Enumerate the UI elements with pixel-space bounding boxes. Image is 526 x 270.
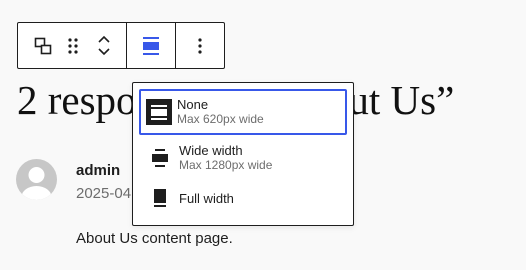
drag-handle[interactable] bbox=[60, 23, 86, 68]
move-down-icon[interactable] bbox=[97, 48, 111, 56]
align-option-wide[interactable]: Wide width Max 1280px wide bbox=[139, 141, 347, 175]
user-silhouette-icon bbox=[21, 167, 52, 200]
option-label: None bbox=[177, 97, 209, 112]
align-none-icon bbox=[143, 36, 159, 55]
avatar bbox=[16, 159, 57, 200]
transform-icon bbox=[34, 37, 52, 54]
option-label: Wide width bbox=[179, 143, 243, 158]
option-label: Full width bbox=[179, 190, 234, 206]
move-up-icon[interactable] bbox=[97, 35, 111, 43]
block-mover bbox=[86, 23, 122, 68]
toolbar-group-align bbox=[127, 23, 176, 68]
align-none-icon bbox=[146, 99, 172, 125]
option-description: Max 620px wide bbox=[177, 112, 264, 126]
align-wide-icon bbox=[152, 149, 168, 167]
more-options-icon bbox=[198, 37, 202, 54]
comment-author[interactable]: admin bbox=[76, 162, 120, 179]
toolbar-group-options bbox=[176, 23, 224, 68]
toolbar-group-block bbox=[18, 23, 127, 68]
block-toolbar bbox=[17, 22, 225, 69]
align-button[interactable] bbox=[142, 23, 160, 68]
alignment-menu: None Max 620px wide Wide width Max 1280p… bbox=[132, 82, 354, 226]
option-description: Max 1280px wide bbox=[179, 158, 273, 172]
editor-canvas: 2 responses to “About Us” bbox=[0, 0, 526, 270]
drag-icon bbox=[68, 37, 78, 54]
align-option-full[interactable]: Full width bbox=[139, 183, 347, 213]
align-option-none[interactable]: None Max 620px wide bbox=[139, 89, 347, 135]
comment-content: About Us content page. bbox=[76, 230, 233, 247]
more-options-button[interactable] bbox=[198, 23, 202, 68]
block-transform-button[interactable] bbox=[26, 23, 60, 68]
align-full-icon bbox=[154, 189, 166, 207]
comment-date[interactable]: 2025-04 bbox=[76, 185, 131, 202]
